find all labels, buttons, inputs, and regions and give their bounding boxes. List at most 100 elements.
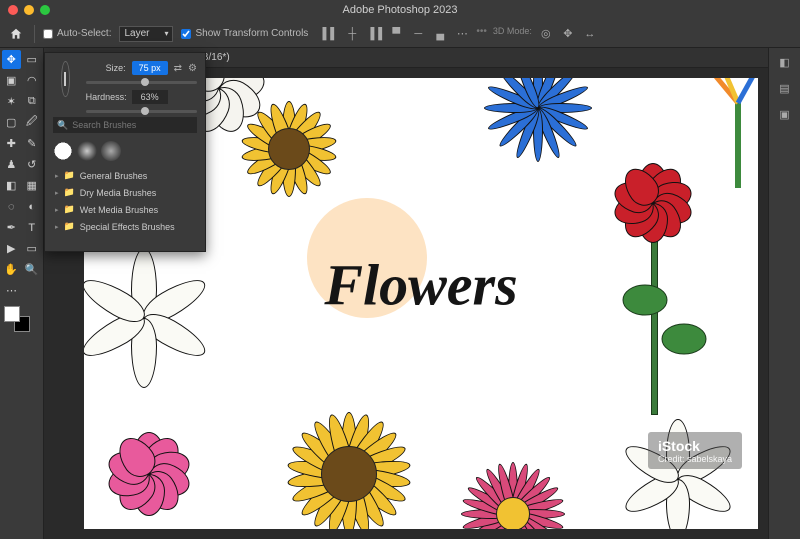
brush-hardness-slider[interactable] (86, 110, 197, 113)
eraser-tool[interactable]: ◧ (2, 176, 21, 195)
caret-right-icon: ▸ (55, 206, 59, 214)
healing-brush-tool[interactable]: ✚ (2, 134, 21, 153)
align-center-h-icon[interactable]: ┼ (344, 26, 360, 42)
brush-folder-label: Dry Media Brushes (80, 188, 157, 198)
bird-of-paradise (708, 78, 758, 188)
layers-panel-icon[interactable]: ▣ (777, 106, 793, 122)
zoom-button[interactable] (40, 5, 50, 15)
brush-flip-icon[interactable]: ⇄ (174, 63, 182, 74)
brush-size-label: Size: (86, 63, 126, 73)
color-panel-icon[interactable]: ◧ (777, 54, 793, 70)
eyedropper-tool[interactable]: 🖉 (23, 113, 42, 132)
caret-right-icon: ▸ (55, 223, 59, 231)
more-icon[interactable]: ••• (476, 26, 487, 42)
align-top-icon[interactable]: ▀ (388, 26, 404, 42)
pink-gerbera (448, 449, 578, 529)
caret-right-icon: ▸ (55, 189, 59, 197)
red-rose (598, 148, 708, 258)
edit-toolbar-button[interactable]: ⋯ (2, 281, 21, 300)
window-controls (8, 5, 50, 15)
marquee-tool[interactable]: ▣ (2, 71, 21, 90)
brush-preset-panel: Size: 75 px ⇄ ⚙ Hardness: 63% 🔍 Search B… (44, 52, 206, 252)
brush-hardness-label: Hardness: (86, 92, 126, 102)
crop-tool[interactable]: ⧉ (23, 92, 42, 111)
dodge-tool[interactable]: ◐ (23, 197, 42, 216)
brush-tool[interactable]: ✎ (23, 134, 42, 153)
folder-icon: 📁 (64, 204, 75, 215)
white-lily-right (608, 409, 748, 529)
three-d-slide-icon[interactable]: ↔ (582, 26, 598, 42)
chevron-down-icon: ▾ (164, 29, 168, 38)
brush-folders-list: ▸📁General Brushes▸📁Dry Media Brushes▸📁We… (45, 165, 205, 237)
brush-folder-label: General Brushes (80, 171, 148, 181)
brush-preset-hard-round[interactable] (53, 141, 73, 161)
rectangle-tool[interactable]: ▭ (23, 239, 42, 258)
caret-right-icon: ▸ (55, 172, 59, 180)
show-transform-controls-checkbox[interactable]: Show Transform Controls (181, 28, 308, 39)
gradient-tool[interactable]: ▦ (23, 176, 42, 195)
frame-tool[interactable]: ▢ (2, 113, 21, 132)
options-bar: Auto-Select: Layer ▾ Show Transform Cont… (0, 20, 800, 48)
quick-select-tool[interactable]: ✶ (2, 92, 21, 111)
distribute-h-icon[interactable]: ⋯ (454, 26, 470, 42)
foreground-color-swatch[interactable] (4, 306, 20, 322)
brush-search-input[interactable]: 🔍 Search Brushes (53, 117, 197, 133)
brush-recent-presets (45, 137, 205, 165)
path-select-tool[interactable]: ▶ (2, 239, 21, 258)
brush-search-placeholder: Search Brushes (72, 120, 136, 130)
minimize-button[interactable] (24, 5, 34, 15)
three-d-pan-icon[interactable]: ✥ (560, 26, 576, 42)
collapsed-panels-dock: ◧ ▤ ▣ (768, 48, 800, 539)
brush-folder-label: Wet Media Brushes (80, 205, 158, 215)
home-icon (9, 27, 23, 41)
brush-preset-soft-round[interactable] (77, 141, 97, 161)
clone-stamp-tool[interactable]: ♟ (2, 155, 21, 174)
align-bottom-icon[interactable]: ▄ (432, 26, 448, 42)
align-right-icon[interactable]: ▐▐ (366, 26, 382, 42)
properties-panel-icon[interactable]: ▤ (777, 80, 793, 96)
pink-rose (84, 409, 214, 529)
brush-hardness-value[interactable]: 63% (132, 90, 168, 104)
auto-select-checkbox[interactable]: Auto-Select: (43, 28, 111, 39)
stock-watermark: iStock Credit: sabelskaya (648, 432, 742, 469)
brush-tip-preview[interactable] (61, 61, 70, 97)
app-title: Adobe Photoshop 2023 (0, 4, 800, 16)
artwork-title: Flowers (324, 252, 517, 319)
align-left-icon[interactable]: ▌▌ (322, 26, 338, 42)
foreground-background-colors[interactable] (2, 306, 38, 338)
brush-preset-softer-round[interactable] (101, 141, 121, 161)
brush-folder[interactable]: ▸ 📁 Wet Media Brushes (49, 201, 201, 218)
home-button[interactable] (6, 24, 26, 44)
history-brush-tool[interactable]: ↺ (23, 155, 42, 174)
hand-tool[interactable]: ✋ (2, 260, 21, 279)
close-button[interactable] (8, 5, 18, 15)
auto-select-target-dropdown[interactable]: Layer ▾ (119, 26, 173, 42)
align-center-v-icon[interactable]: ─ (410, 26, 426, 42)
auto-select-label: Auto-Select: (57, 28, 111, 39)
brush-folder[interactable]: ▸ 📁 Dry Media Brushes (49, 184, 201, 201)
type-tool[interactable]: T (23, 218, 42, 237)
three-d-orbit-icon[interactable]: ◎ (538, 26, 554, 42)
move-tool[interactable]: ✥ (2, 50, 21, 69)
align-icons: ▌▌ ┼ ▐▐ ▀ ─ ▄ ⋯ ••• 3D Mode: ◎ ✥ ↔ (322, 26, 598, 42)
cornflower (468, 78, 608, 158)
folder-icon: 📁 (64, 221, 75, 232)
folder-icon: 📁 (64, 187, 75, 198)
three-d-mode-label: 3D Mode: (493, 26, 532, 42)
brush-size-value[interactable]: 75 px (132, 61, 168, 75)
artboard-tool[interactable]: ▭ (23, 50, 42, 69)
watermark-credit: Credit: sabelskaya (658, 454, 732, 464)
tools-panel: ✥▭ ▣◠ ✶⧉ ▢🖉 ✚✎ ♟↺ ◧▦ ◌◐ ✒T ▶▭ ✋🔍 ⋯ (0, 48, 44, 539)
watermark-brand: iStock (658, 438, 732, 454)
brush-folder-label: Special Effects Brushes (80, 222, 175, 232)
brush-size-slider[interactable] (86, 81, 197, 84)
lasso-tool[interactable]: ◠ (23, 71, 42, 90)
brush-folder[interactable]: ▸ 📁 Special Effects Brushes (49, 218, 201, 235)
zoom-tool[interactable]: 🔍 (23, 260, 42, 279)
pen-tool[interactable]: ✒ (2, 218, 21, 237)
blur-tool[interactable]: ◌ (2, 197, 21, 216)
auto-select-value: Layer (124, 28, 149, 39)
sunflower-bottom (264, 389, 434, 529)
gear-icon[interactable]: ⚙ (188, 63, 197, 74)
brush-folder[interactable]: ▸📁General Brushes (49, 167, 201, 184)
